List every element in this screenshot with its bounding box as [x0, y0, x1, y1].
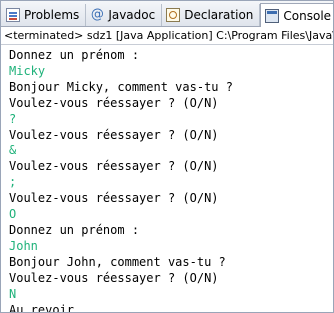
console-input-line: &: [9, 143, 17, 158]
tab-label: Declaration: [184, 8, 254, 22]
console-output-line: Au revoir...: [9, 302, 96, 313]
console-output-line: Voulez-vous réessayer ? (O/N): [9, 95, 219, 110]
declaration-icon: [166, 8, 181, 22]
tab-label: Javadoc: [108, 8, 156, 22]
console-input-line: N: [9, 286, 17, 301]
console-input-line: O: [9, 207, 17, 222]
tab-declaration[interactable]: Declaration: [162, 4, 261, 26]
console-input-line: ;: [9, 175, 17, 190]
console-input-line: John: [9, 238, 38, 253]
tab-label: Problems: [24, 8, 80, 22]
tab-problems[interactable]: Problems: [2, 4, 87, 26]
console-output-line: Voulez-vous réessayer ? (O/N): [9, 270, 219, 285]
console-status: <terminated> sdz1 [Java Application] C:\…: [1, 27, 333, 45]
console-output-line: Voulez-vous réessayer ? (O/N): [9, 159, 219, 174]
view-tab-bar: Problems @ Javadoc Declaration Console ✕: [1, 1, 333, 27]
problems-icon: [6, 8, 20, 22]
console-output-line: Bonjour Micky, comment vas-tu ?: [9, 79, 233, 94]
console-output-line: Donnez un prénom :: [9, 48, 140, 62]
console-input-line: Micky: [9, 63, 46, 78]
tab-label: Console: [283, 8, 332, 23]
tab-console[interactable]: Console ✕: [260, 3, 333, 27]
console-icon: [265, 8, 280, 23]
console-output-line: Bonjour John, comment vas-tu ?: [9, 254, 226, 269]
console-view: Problems @ Javadoc Declaration Console ✕…: [0, 0, 334, 313]
console-output-line: Donnez un prénom :: [9, 222, 140, 237]
tab-javadoc[interactable]: @ Javadoc: [86, 4, 163, 26]
javadoc-icon: @: [90, 7, 104, 22]
console-input-line: ?: [9, 111, 17, 126]
console-output[interactable]: Donnez un prénom : Micky Bonjour Micky, co…: [1, 45, 333, 313]
console-output-line: Voulez-vous réessayer ? (O/N): [9, 191, 219, 206]
console-output-line: Voulez-vous réessayer ? (O/N): [9, 127, 219, 142]
